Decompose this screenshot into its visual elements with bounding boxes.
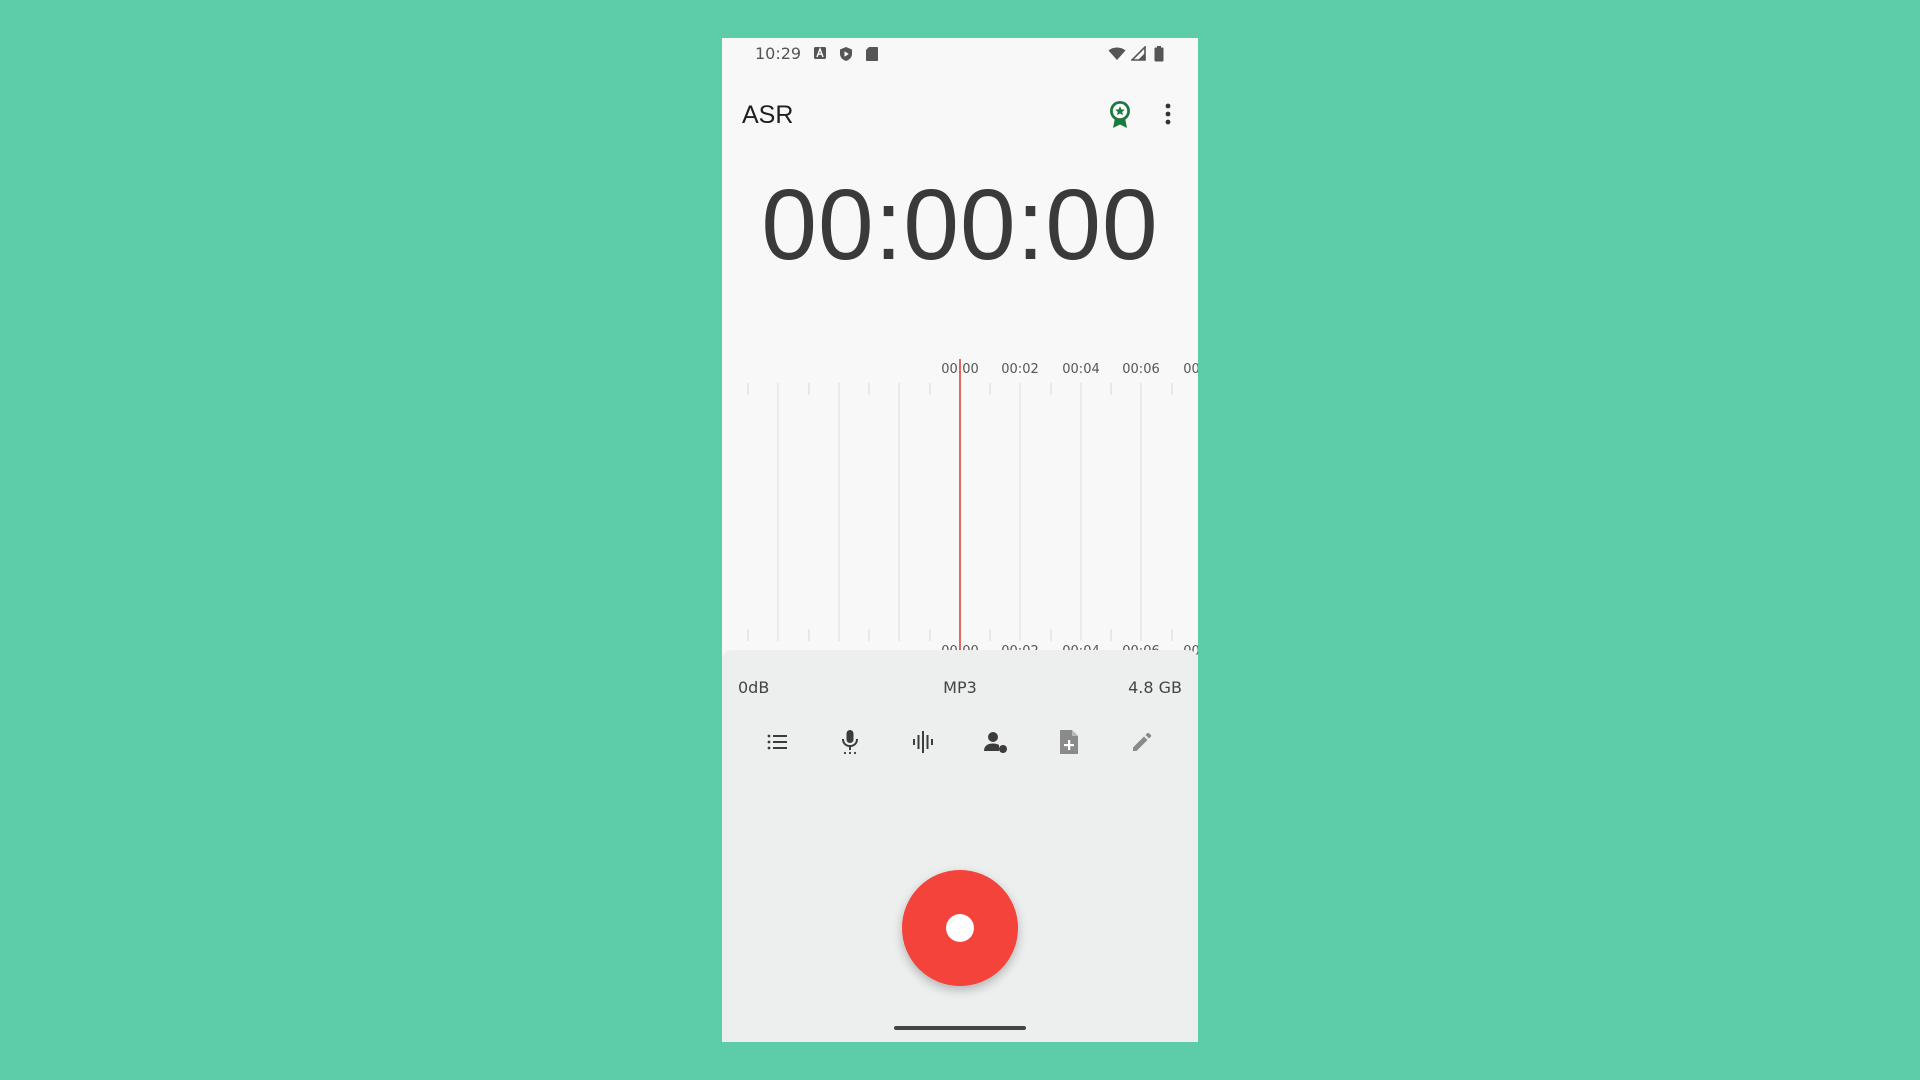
status-time: 10:29 <box>755 44 802 63</box>
phone-screen: 10:29 ASR 00:00:00 00:00 00:02 00:04 00:… <box>722 38 1198 1042</box>
signal-icon <box>1131 46 1146 61</box>
control-panel: 0dB MP3 4.8 GB <box>722 650 1198 1042</box>
edit-pencil-icon <box>1133 732 1152 751</box>
more-vert-icon[interactable] <box>1162 102 1174 126</box>
app-bar: ASR <box>722 86 1198 142</box>
audio-format: MP3 <box>943 678 977 697</box>
storage-free: 4.8 GB <box>1128 678 1182 697</box>
microphone-icon <box>842 730 858 755</box>
list-icon <box>767 734 787 750</box>
sd-card-icon <box>866 47 878 61</box>
a-icon <box>814 47 826 59</box>
record-button[interactable] <box>902 870 1018 986</box>
award-badge-icon[interactable] <box>1107 100 1133 130</box>
status-bar: 10:29 <box>722 38 1198 70</box>
audio-effects-button[interactable] <box>901 720 945 764</box>
tick-label-top: 00:08 <box>1183 362 1198 377</box>
edit-button[interactable] <box>1120 720 1164 764</box>
tick-label-top: 00:04 <box>1062 362 1099 377</box>
elapsed-timer: 00:00:00 <box>761 169 1159 281</box>
add-file-button[interactable] <box>1047 720 1091 764</box>
battery-icon <box>1154 46 1164 62</box>
record-dot-icon <box>946 914 974 942</box>
home-indicator[interactable] <box>894 1026 1026 1030</box>
toolbar <box>722 720 1198 764</box>
recordings-list-button[interactable] <box>755 720 799 764</box>
add-file-icon <box>1060 730 1078 754</box>
waveform-icon <box>913 731 933 753</box>
microphone-source-button[interactable] <box>828 720 872 764</box>
wifi-icon <box>1108 47 1126 60</box>
tick-label-top: 00:06 <box>1122 362 1159 377</box>
recording-timeline[interactable]: 00:00 00:02 00:04 00:06 00:08 00:00 00:0… <box>722 313 1198 663</box>
person-icon <box>984 732 1007 753</box>
account-button[interactable] <box>974 720 1018 764</box>
info-row: 0dB MP3 4.8 GB <box>722 678 1198 702</box>
tick-label-top: 00:02 <box>1001 362 1038 377</box>
play-shield-icon <box>840 47 852 61</box>
app-title: ASR <box>742 101 794 129</box>
